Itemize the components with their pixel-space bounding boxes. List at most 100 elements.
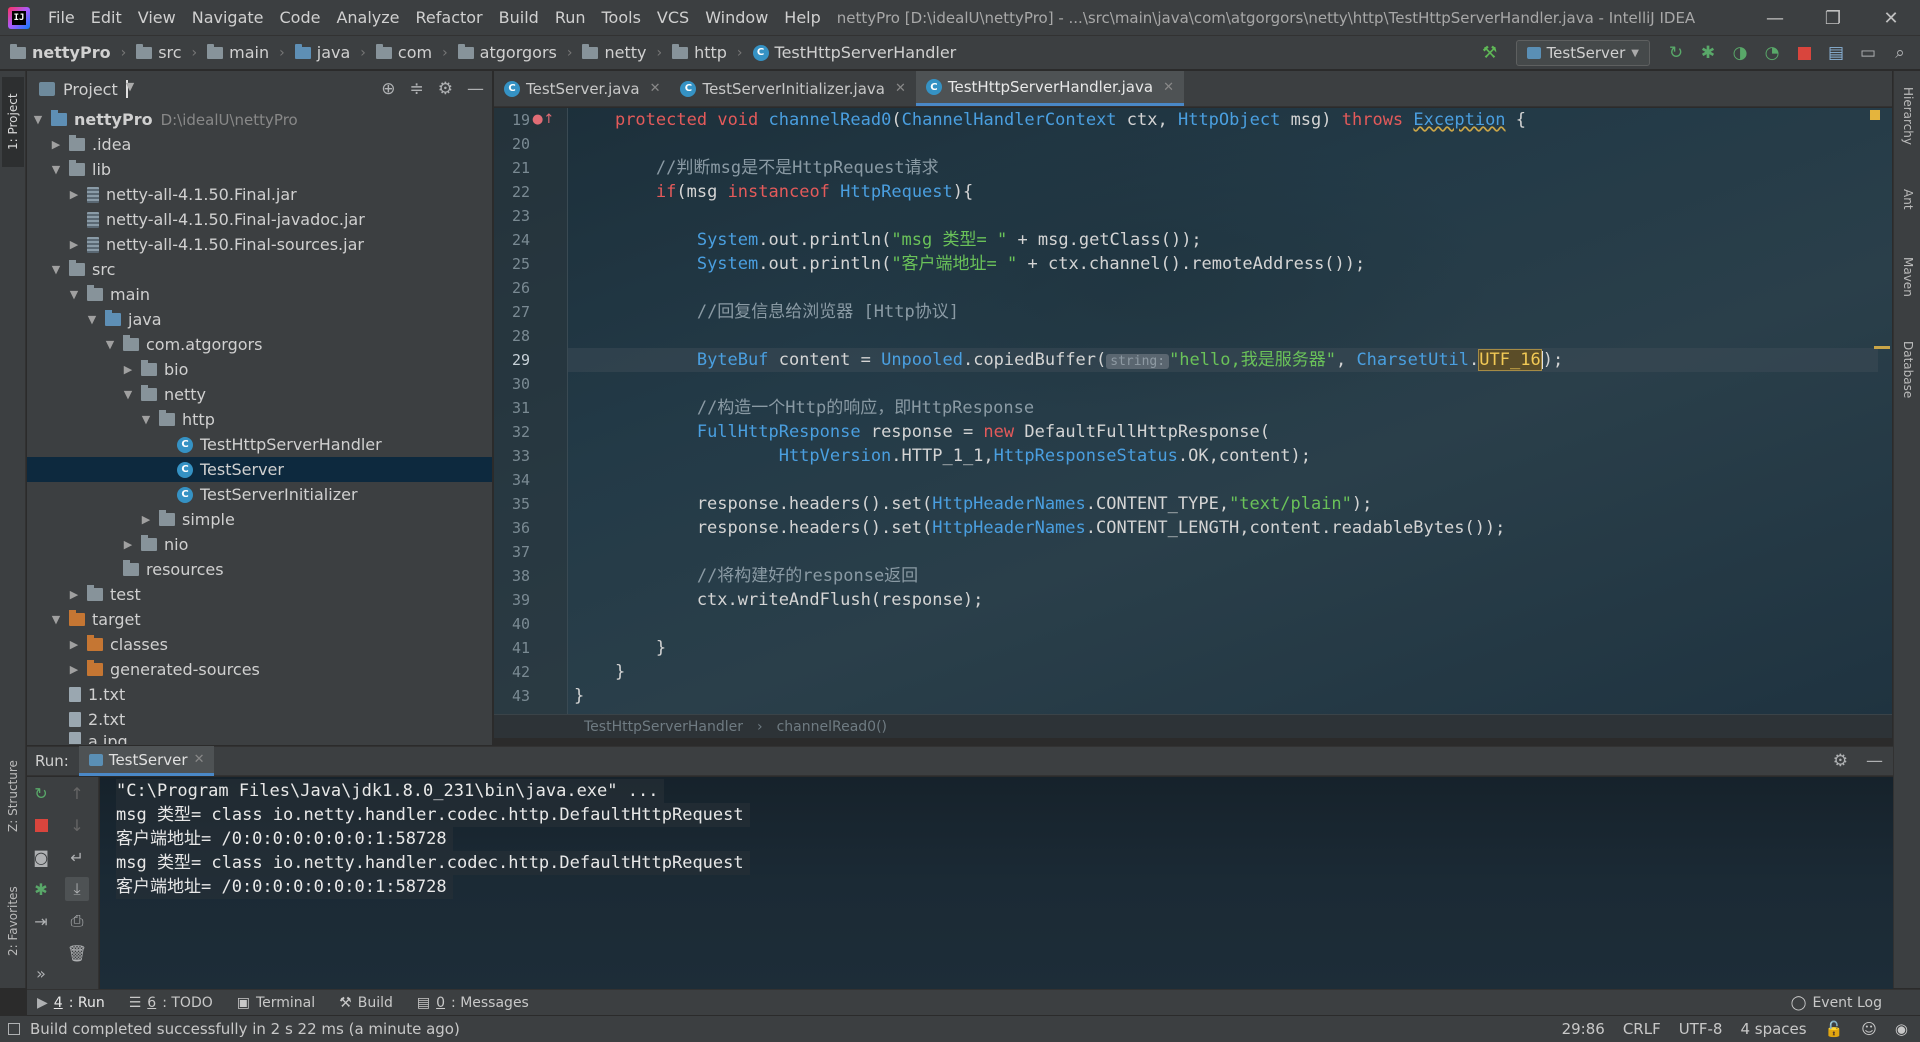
menu-view[interactable]: View <box>130 0 184 36</box>
breadcrumb-java[interactable]: java › <box>285 43 366 62</box>
line-number[interactable]: 21 <box>494 156 530 180</box>
warning-marker-icon[interactable] <box>1870 110 1880 120</box>
collapsed-arrow-icon[interactable]: ▶ <box>67 238 81 251</box>
tree-item[interactable]: ▶ generated-sources <box>27 657 492 682</box>
run-console[interactable]: "C:\Program Files\Java\jdk1.8.0_231\bin\… <box>100 777 1893 989</box>
tab-structure[interactable]: Z: Structure <box>2 751 24 841</box>
breadcrumb-com[interactable]: com › <box>366 43 448 62</box>
rerun-icon[interactable]: ↻ <box>29 781 53 805</box>
line-number[interactable]: 39 <box>494 588 530 612</box>
tab-project[interactable]: 1: Project <box>2 77 24 167</box>
tree-item[interactable]: ▶ .idea <box>27 132 492 157</box>
breadcrumb-http[interactable]: http › <box>662 43 743 62</box>
tab-testhttpserverhandler[interactable]: C TestHttpServerHandler.java ✕ <box>915 71 1184 106</box>
line-number[interactable]: 37 <box>494 540 530 564</box>
line-number[interactable]: 36 <box>494 516 530 540</box>
line-number[interactable]: 23 <box>494 204 530 228</box>
line-number[interactable]: 41 <box>494 636 530 660</box>
menu-tools[interactable]: Tools <box>594 0 649 36</box>
breadcrumb-project[interactable]: nettyPro › <box>0 43 126 62</box>
breadcrumb-class[interactable]: C TestHttpServerHandler <box>743 43 956 62</box>
toggle-tool-windows-icon[interactable] <box>8 1023 20 1035</box>
debug-bug-icon[interactable]: ✱ <box>1694 39 1722 67</box>
hide-panel-icon[interactable]: — <box>1866 751 1883 771</box>
menu-help[interactable]: Help <box>776 0 828 36</box>
tool-tab-run[interactable]: ▶ 4: Run <box>37 995 105 1011</box>
line-number[interactable]: 27 <box>494 300 530 324</box>
tree-item[interactable]: netty-all-4.1.50.Final-javadoc.jar <box>27 207 492 232</box>
gear-icon[interactable]: ⚙ <box>1833 751 1848 771</box>
soft-wrap-icon[interactable]: ↵ <box>65 845 89 869</box>
collapsed-arrow-icon[interactable]: ▶ <box>121 363 135 376</box>
breadcrumb-main[interactable]: main › <box>197 43 285 62</box>
collapsed-arrow-icon[interactable]: ▶ <box>121 538 135 551</box>
editor-breadcrumb-class[interactable]: TestHttpServerHandler <box>584 719 743 735</box>
more-icon[interactable]: » <box>29 961 53 985</box>
close-tab-icon[interactable]: ✕ <box>1163 80 1174 95</box>
run-tab-testserver[interactable]: TestServer ✕ <box>78 746 215 776</box>
menu-refactor[interactable]: Refactor <box>408 0 491 36</box>
tab-database[interactable]: Database <box>1897 341 1919 431</box>
expanded-arrow-icon[interactable]: ▼ <box>139 413 153 426</box>
tree-item[interactable]: ▼ netty <box>27 382 492 407</box>
tool-tab-build[interactable]: ⚒ Build <box>339 995 393 1011</box>
line-number[interactable]: 26 <box>494 276 530 300</box>
exit-icon[interactable]: ⇥ <box>29 909 53 933</box>
stop-icon[interactable] <box>29 813 53 837</box>
collapsed-arrow-icon[interactable]: ▶ <box>139 513 153 526</box>
minimize-button[interactable]: — <box>1746 0 1804 36</box>
tab-hierarchy[interactable]: Hierarchy <box>1897 87 1919 167</box>
line-number[interactable]: 24 <box>494 228 530 252</box>
tree-item[interactable]: C TestHttpServerHandler <box>27 432 492 457</box>
expanded-arrow-icon[interactable]: ▼ <box>49 163 63 176</box>
menu-window[interactable]: Window <box>697 0 776 36</box>
menu-build[interactable]: Build <box>491 0 547 36</box>
line-number[interactable]: 43 <box>494 684 530 708</box>
menu-vcs[interactable]: VCS <box>649 0 697 36</box>
line-number[interactable]: 25 <box>494 252 530 276</box>
expanded-arrow-icon[interactable]: ▼ <box>103 338 117 351</box>
coverage-icon[interactable]: ◑ <box>1726 39 1754 67</box>
tree-item[interactable]: ▼ lib <box>27 157 492 182</box>
expanded-arrow-icon[interactable]: ▼ <box>85 313 99 326</box>
line-number[interactable]: 32 <box>494 420 530 444</box>
restore-button[interactable]: ❐ <box>1804 0 1862 36</box>
profile-icon[interactable]: ◔ <box>1758 39 1786 67</box>
tree-item[interactable]: ▼ com.atgorgors <box>27 332 492 357</box>
tree-item[interactable]: ▶ netty-all-4.1.50.Final-sources.jar <box>27 232 492 257</box>
collapsed-arrow-icon[interactable]: ▶ <box>67 588 81 601</box>
line-number[interactable]: 34 <box>494 468 530 492</box>
line-number[interactable]: 31 <box>494 396 530 420</box>
scroll-to-end-icon[interactable]: ⤓ <box>65 877 89 901</box>
tool-tab-messages[interactable]: ▤ 0: Messages <box>417 995 529 1011</box>
line-separator[interactable]: CRLF <box>1623 1020 1661 1038</box>
tab-testserver[interactable]: C TestServer.java ✕ <box>494 71 670 106</box>
close-tab-icon[interactable]: ✕ <box>895 81 906 96</box>
tree-item[interactable]: ▶ nio <box>27 532 492 557</box>
tree-item[interactable]: ▶ test <box>27 582 492 607</box>
tool-tab-terminal[interactable]: ▣ Terminal <box>237 995 315 1011</box>
close-tab-icon[interactable]: ✕ <box>650 81 661 96</box>
expanded-arrow-icon[interactable]: ▼ <box>67 288 81 301</box>
tree-item[interactable]: ▼ main <box>27 282 492 307</box>
file-encoding[interactable]: UTF-8 <box>1679 1020 1723 1038</box>
tree-item-selected[interactable]: C TestServer <box>27 457 492 482</box>
collapsed-arrow-icon[interactable]: ▶ <box>49 138 63 151</box>
expanded-arrow-icon[interactable]: ▼ <box>49 613 63 626</box>
debug-bug-icon[interactable]: ✱ <box>29 877 53 901</box>
menu-edit[interactable]: Edit <box>83 0 130 36</box>
caret-position[interactable]: 29:86 <box>1562 1020 1605 1038</box>
tree-item[interactable]: ▼ http <box>27 407 492 432</box>
line-number[interactable]: 20 <box>494 132 530 156</box>
collapse-all-icon[interactable]: ≑ <box>410 79 424 99</box>
scroll-down-icon[interactable]: ↓ <box>65 813 89 837</box>
menu-run[interactable]: Run <box>547 0 594 36</box>
presentation-icon[interactable]: ▭ <box>1854 39 1882 67</box>
status-message[interactable]: Build completed successfully in 2 s 22 m… <box>0 1020 460 1038</box>
breadcrumb-netty[interactable]: netty › <box>572 43 662 62</box>
line-number[interactable]: 30 <box>494 372 530 396</box>
collapsed-arrow-icon[interactable]: ▶ <box>67 638 81 651</box>
close-tab-icon[interactable]: ✕ <box>194 752 205 767</box>
tree-item[interactable]: a.jpg <box>27 732 492 744</box>
project-structure-icon[interactable]: ▤ <box>1822 39 1850 67</box>
